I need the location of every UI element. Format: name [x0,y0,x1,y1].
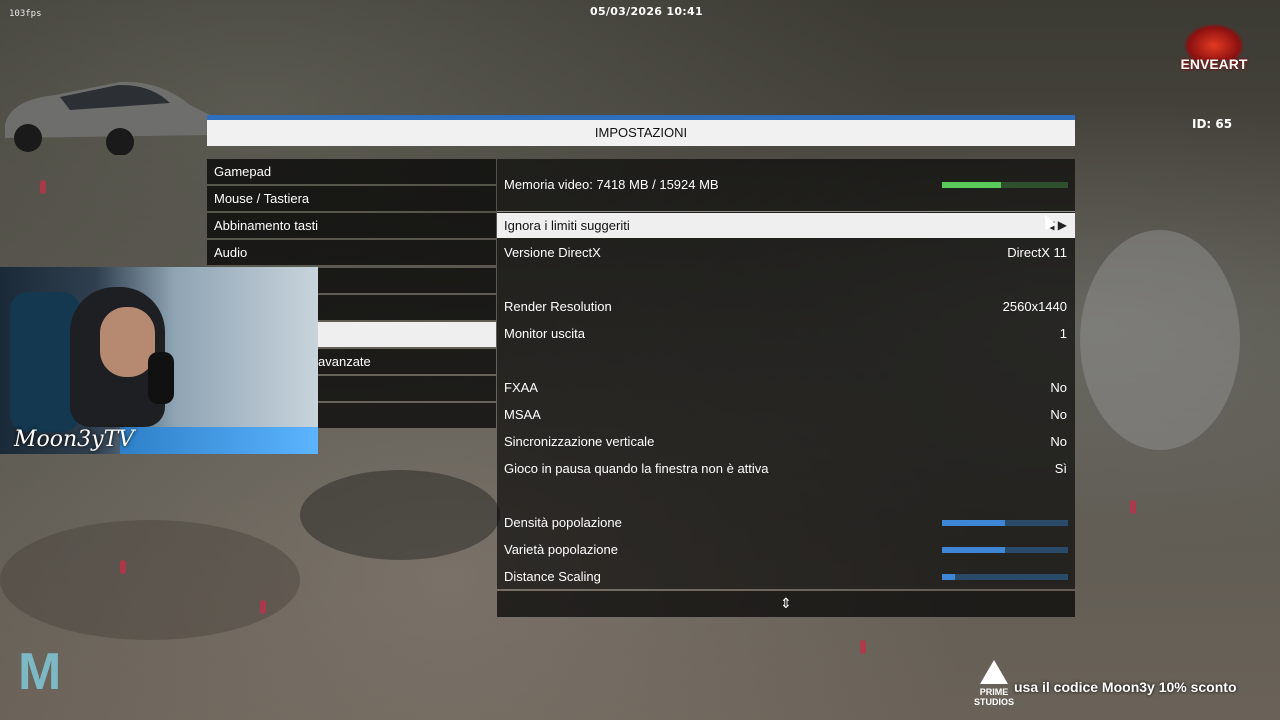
option-label: Gioco in pausa quando la finestra non è … [504,461,769,476]
prime-studios-logo: PRIME STUDIOS [974,660,1014,707]
option-label: Varietà popolazione [504,542,618,557]
server-logo-text: ENVEART [1180,56,1248,72]
distance-scaling-slider[interactable] [942,574,1068,580]
option-population-variety[interactable]: Varietà popolazione [497,537,1075,562]
option-value: 1 [1059,326,1067,341]
settings-title: IMPOSTAZIONI [207,115,1075,146]
option-video-memory: Memoria video: 7418 MB / 15924 MB [497,172,1075,197]
prime-studios-text: PRIME STUDIOS [974,687,1015,707]
option-fxaa[interactable]: FXAA No [497,375,1075,400]
date-time: 05/03/2026 10:41 [590,5,703,18]
scroll-indicator[interactable]: ⇕ [497,591,1075,617]
option-label: FXAA [504,380,538,395]
option-label: Monitor uscita [504,326,585,341]
video-memory-fill [942,182,1001,188]
option-label: Memoria video: 7418 MB / 15924 MB [504,177,719,192]
option-render-resolution[interactable]: Render Resolution 2560x1440 [497,294,1075,319]
slider-fill [942,520,1005,526]
menu-item-mouse-keyboard[interactable]: Mouse / Tastiera [207,186,496,211]
webcam-desk [120,427,318,454]
divider [497,211,1075,212]
menu-item-hidden[interactable] [318,403,496,428]
option-vsync[interactable]: Sincronizzazione verticale No [497,429,1075,454]
menu-item-audio[interactable]: Audio [207,240,496,265]
option-distance-scaling[interactable]: Distance Scaling [497,564,1075,589]
menu-item-advanced-graphics[interactable]: avanzate [318,349,496,374]
menu-item-graphics-selected[interactable] [318,322,496,347]
option-value: DirectX 11 [1007,245,1067,260]
option-label: Versione DirectX [504,245,601,260]
menu-item-hidden[interactable] [318,376,496,401]
scene-flower [860,640,866,654]
menu-item-advanced-label: avanzate [318,354,371,369]
scene-flower [40,180,46,194]
population-variety-slider[interactable] [942,547,1068,553]
option-label: Ignora i limiti suggeriti [504,218,630,233]
triangle-icon [980,660,1008,684]
channel-logo: M [18,643,61,701]
option-label: Densità popolazione [504,515,622,530]
scene-flower [120,560,126,574]
option-value: No [1050,434,1067,449]
server-logo: ENVEART [1172,24,1256,100]
option-ignore-limits[interactable]: Ignora i limiti suggeriti ◀ ▶ [497,213,1075,238]
scene-flower [1130,500,1136,514]
video-memory-bar [942,182,1068,188]
menu-item-hidden[interactable] [318,268,496,293]
fps-counter: 103fps [9,9,42,19]
option-label: Distance Scaling [504,569,601,584]
webcam-overlay: Moon3yTV [0,267,318,454]
scene-flower [260,600,266,614]
option-value: 2560x1440 [1002,299,1067,314]
option-value: Sì [1054,461,1067,476]
option-label: Render Resolution [504,299,612,314]
slider-fill [942,547,1005,553]
webcam-face [100,307,155,377]
scene-car [5,81,212,155]
scene-rock [1080,230,1240,450]
promo-banner: usa il codice Moon3y 10% sconto [1014,679,1237,695]
scene-rock [0,520,300,640]
phoenix-icon [1184,24,1244,60]
option-population-density[interactable]: Densità popolazione [497,510,1075,535]
up-down-chevron-icon[interactable]: ⇕ [780,596,792,612]
scene-rock [300,470,500,560]
option-label: Sincronizzazione verticale [504,434,655,449]
slider-fill [942,574,955,580]
option-value: No [1050,407,1067,422]
settings-options-panel: Memoria video: 7418 MB / 15924 MB Ignora… [497,159,1075,589]
menu-item-hidden[interactable] [318,295,496,320]
option-msaa[interactable]: MSAA No [497,402,1075,427]
option-directx[interactable]: Versione DirectX DirectX 11 [497,240,1075,265]
microphone-icon [148,352,174,404]
option-output-monitor[interactable]: Monitor uscita 1 [497,321,1075,346]
option-label: MSAA [504,407,541,422]
option-pause-focus[interactable]: Gioco in pausa quando la finestra non è … [497,456,1075,481]
menu-item-key-bindings[interactable]: Abbinamento tasti [207,213,496,238]
option-value: No [1050,380,1067,395]
population-density-slider[interactable] [942,520,1068,526]
settings-menu: Gamepad Mouse / Tastiera Abbinamento tas… [207,159,496,267]
player-id: ID: 65 [1192,117,1233,131]
menu-item-gamepad[interactable]: Gamepad [207,159,496,184]
streamer-name: Moon3yTV [14,427,135,452]
